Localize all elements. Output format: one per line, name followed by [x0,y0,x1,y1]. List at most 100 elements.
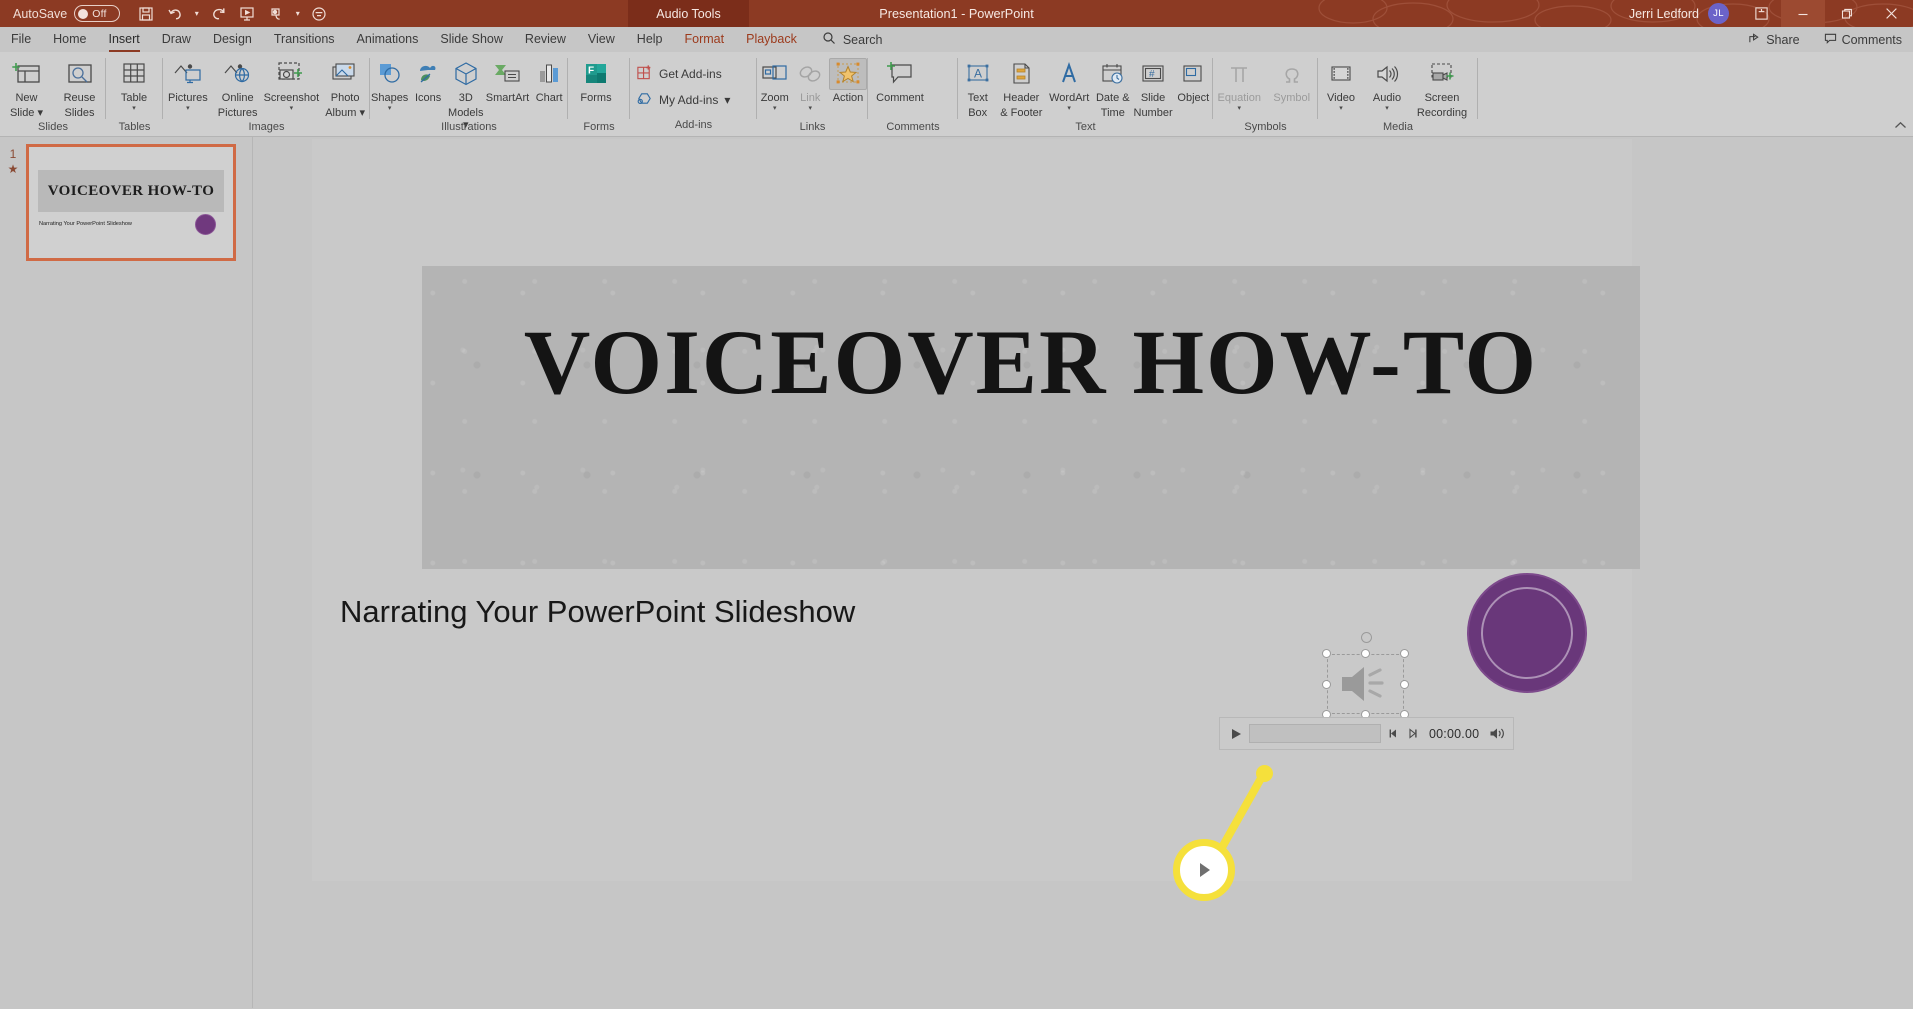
icons-button[interactable]: Icons [409,56,447,105]
table-dropdown-icon[interactable]: ▾ [132,105,136,113]
new-slide-button[interactable]: New Slide ▾ [0,56,53,119]
resize-handle-n[interactable] [1361,649,1370,658]
start-from-beginning-icon[interactable] [234,2,260,25]
touch-mouse-mode-icon[interactable] [263,2,289,25]
resize-handle-nw[interactable] [1322,649,1331,658]
rotation-handle[interactable] [1360,632,1372,643]
search-icon [822,31,836,48]
zoom-label: Zoom [760,92,789,104]
quick-access-toolbar[interactable]: ▾ ▾ [133,2,332,25]
action-button[interactable]: Action [828,56,868,105]
comment-button[interactable]: Comment [868,56,932,105]
smartart-button[interactable]: SmartArt [485,56,531,105]
tab-file[interactable]: File [0,27,42,52]
chart-label: Chart [535,92,563,104]
comments-button[interactable]: Comments [1819,32,1907,48]
tab-slide-show[interactable]: Slide Show [429,27,514,52]
table-button[interactable]: Table ▾ [106,56,162,113]
tab-draw[interactable]: Draw [151,27,202,52]
autosave-control[interactable]: AutoSave Off [13,5,121,22]
callout-play-highlight[interactable] [1173,839,1235,901]
slide-thumbnail-pane[interactable]: 1 ★ VOICEOVER HOW-TO Narrating Your Powe… [0,137,253,1008]
tab-home[interactable]: Home [42,27,97,52]
slide-canvas[interactable]: VOICEOVER HOW-TO Narrating Your PowerPoi… [312,139,1640,901]
my-addins-dropdown-icon[interactable]: ▾ [724,93,730,107]
search-box[interactable]: Search [822,31,882,48]
thumbnail-number: 1 [9,147,17,161]
step-back-icon[interactable] [1387,727,1400,740]
audio-progress-track[interactable] [1249,724,1381,743]
resize-handle-e[interactable] [1400,679,1409,689]
wordart-button[interactable]: WordArt ▾ [1045,56,1093,113]
video-dropdown-icon[interactable]: ▾ [1339,105,1343,113]
tab-view[interactable]: View [577,27,626,52]
step-forward-icon[interactable] [1406,727,1419,740]
video-button[interactable]: Video ▾ [1318,56,1364,113]
ribbon-display-options-icon[interactable] [1741,0,1781,27]
date-time-button[interactable]: Date & Time [1093,56,1132,119]
undo-dropdown-icon[interactable]: ▾ [191,2,202,25]
screenshot-label: Screenshot [263,92,320,104]
date-time-label-2: Time [1100,106,1125,119]
screen-recording-button[interactable]: Screen Recording [1410,56,1474,119]
minimize-button[interactable] [1781,0,1825,27]
tab-animations[interactable]: Animations [346,27,430,52]
close-button[interactable] [1869,0,1913,27]
tab-review[interactable]: Review [514,27,577,52]
audio-playback-bar[interactable]: 00:00.00 [1219,717,1514,750]
ribbon: New Slide ▾ Reuse Slides Slides Table ▾ … [0,52,1913,137]
zoom-button[interactable]: Zoom ▾ [757,56,793,113]
resize-handle-ne[interactable] [1400,649,1409,658]
object-button[interactable]: Object [1174,56,1213,105]
audio-dropdown-icon[interactable]: ▾ [1385,105,1389,113]
collapse-ribbon-icon[interactable] [1894,121,1907,133]
group-label-slides: Slides [38,121,68,133]
autosave-toggle[interactable]: Off [74,5,121,22]
customize-quick-access-toolbar-icon[interactable] [306,2,332,25]
resize-handle-w[interactable] [1322,679,1331,689]
slide-editing-area[interactable]: VOICEOVER HOW-TO Narrating Your PowerPoi… [253,137,1913,1008]
redo-icon[interactable] [205,2,231,25]
undo-icon[interactable] [162,2,188,25]
slide-thumbnail-1[interactable]: VOICEOVER HOW-TO Narrating Your PowerPoi… [26,144,236,261]
save-icon[interactable] [133,2,159,25]
tab-transitions[interactable]: Transitions [263,27,346,52]
tab-help[interactable]: Help [626,27,674,52]
touch-mode-dropdown-icon[interactable]: ▾ [292,2,303,25]
slide-title-image[interactable]: VOICEOVER HOW-TO [422,266,1640,569]
header-footer-button[interactable]: Header & Footer [997,56,1045,119]
zoom-dropdown-icon[interactable]: ▾ [773,105,777,113]
audio-button[interactable]: Audio ▾ [1364,56,1410,113]
audio-object[interactable] [1322,632,1409,719]
play-icon[interactable] [1229,726,1243,742]
tab-design[interactable]: Design [202,27,263,52]
screenshot-dropdown-icon[interactable]: ▾ [290,105,294,113]
contextual-tab-audio-tools[interactable]: Audio Tools [628,0,749,27]
pictures-button[interactable]: Pictures ▾ [163,56,213,113]
tab-format[interactable]: Format [674,27,736,52]
tab-playback[interactable]: Playback [735,27,808,52]
slide-subtitle-text[interactable]: Narrating Your PowerPoint Slideshow [340,594,855,630]
chart-button[interactable]: Chart [530,56,568,105]
slide-number-button[interactable]: # Slide Number [1133,56,1174,119]
volume-icon[interactable] [1489,726,1506,741]
my-addins-button[interactable]: My Add-ins ▾ [630,87,757,113]
comments-icon [1824,32,1837,48]
share-button[interactable]: Share [1743,32,1804,48]
reuse-slides-button[interactable]: Reuse Slides [53,56,106,119]
photo-album-button[interactable]: Photo Album ▾ [320,56,370,119]
get-addins-button[interactable]: Get Add-ins [630,61,757,87]
screenshot-button[interactable]: Screenshot ▾ [263,56,321,113]
shapes-button[interactable]: Shapes ▾ [370,56,409,113]
online-pictures-button[interactable]: Online Pictures [213,56,263,119]
account-name[interactable]: Jerri Ledford [1629,7,1699,21]
avatar[interactable]: JL [1708,3,1729,24]
wordart-dropdown-icon[interactable]: ▾ [1067,105,1071,113]
pictures-dropdown-icon[interactable]: ▾ [186,105,190,113]
text-box-button[interactable]: A Text Box [958,56,997,119]
shapes-dropdown-icon[interactable]: ▾ [388,105,392,113]
forms-button[interactable]: F Forms [568,56,624,105]
tab-insert[interactable]: Insert [98,27,151,52]
restore-button[interactable] [1825,0,1869,27]
thumbnail-row[interactable]: 1 ★ VOICEOVER HOW-TO Narrating Your Powe… [0,137,252,261]
